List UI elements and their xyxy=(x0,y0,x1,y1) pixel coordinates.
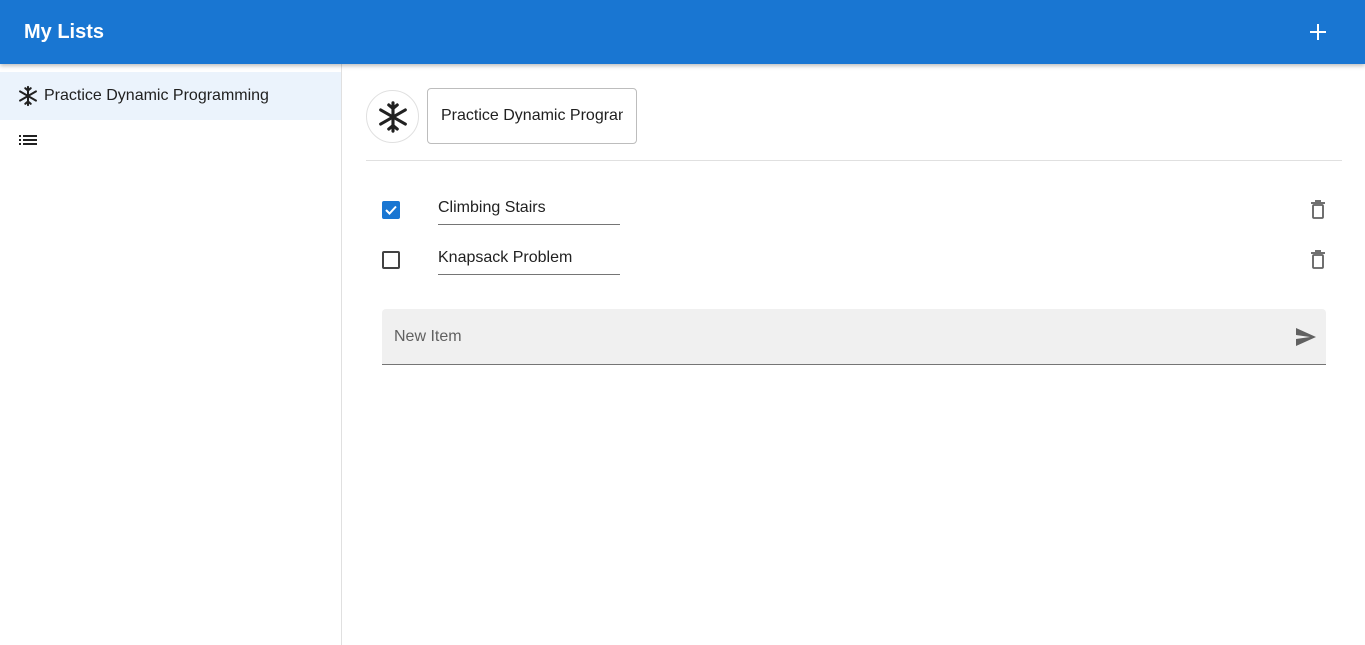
divider xyxy=(366,160,1342,161)
snowflake-icon xyxy=(378,100,407,133)
plus-icon xyxy=(1310,24,1326,40)
app-bar: My Lists xyxy=(0,0,1365,64)
trash-icon xyxy=(1311,250,1325,269)
sidebar-item-practice-dynamic-programming[interactable]: Practice Dynamic Programming xyxy=(0,72,341,120)
app-title: My Lists xyxy=(24,21,105,43)
checkmark-icon xyxy=(385,205,397,215)
sidebar-item-untitled-list[interactable] xyxy=(0,120,341,160)
list-icon xyxy=(16,128,40,152)
send-icon xyxy=(1296,328,1316,346)
sidebar-item-label: Practice Dynamic Programming xyxy=(44,87,269,104)
list-title-input[interactable] xyxy=(427,88,637,144)
delete-button[interactable] xyxy=(1306,198,1330,222)
delete-button[interactable] xyxy=(1306,248,1330,272)
new-item-input[interactable] xyxy=(394,309,1274,364)
trash-icon xyxy=(1311,200,1325,219)
send-button[interactable] xyxy=(1294,325,1318,349)
todo-checkbox[interactable] xyxy=(382,201,400,219)
todo-item xyxy=(382,190,1342,230)
todo-text-input[interactable] xyxy=(438,244,620,275)
todo-text-input[interactable] xyxy=(438,194,620,225)
sidebar: Practice Dynamic Programming xyxy=(0,64,342,645)
list-editor xyxy=(342,64,1365,645)
snowflake-icon xyxy=(16,84,40,108)
todo-checkbox[interactable] xyxy=(382,251,400,269)
add-list-button[interactable] xyxy=(1302,16,1334,48)
new-item-field xyxy=(382,309,1326,365)
list-icon-picker[interactable] xyxy=(366,90,419,143)
todo-item xyxy=(382,240,1342,280)
